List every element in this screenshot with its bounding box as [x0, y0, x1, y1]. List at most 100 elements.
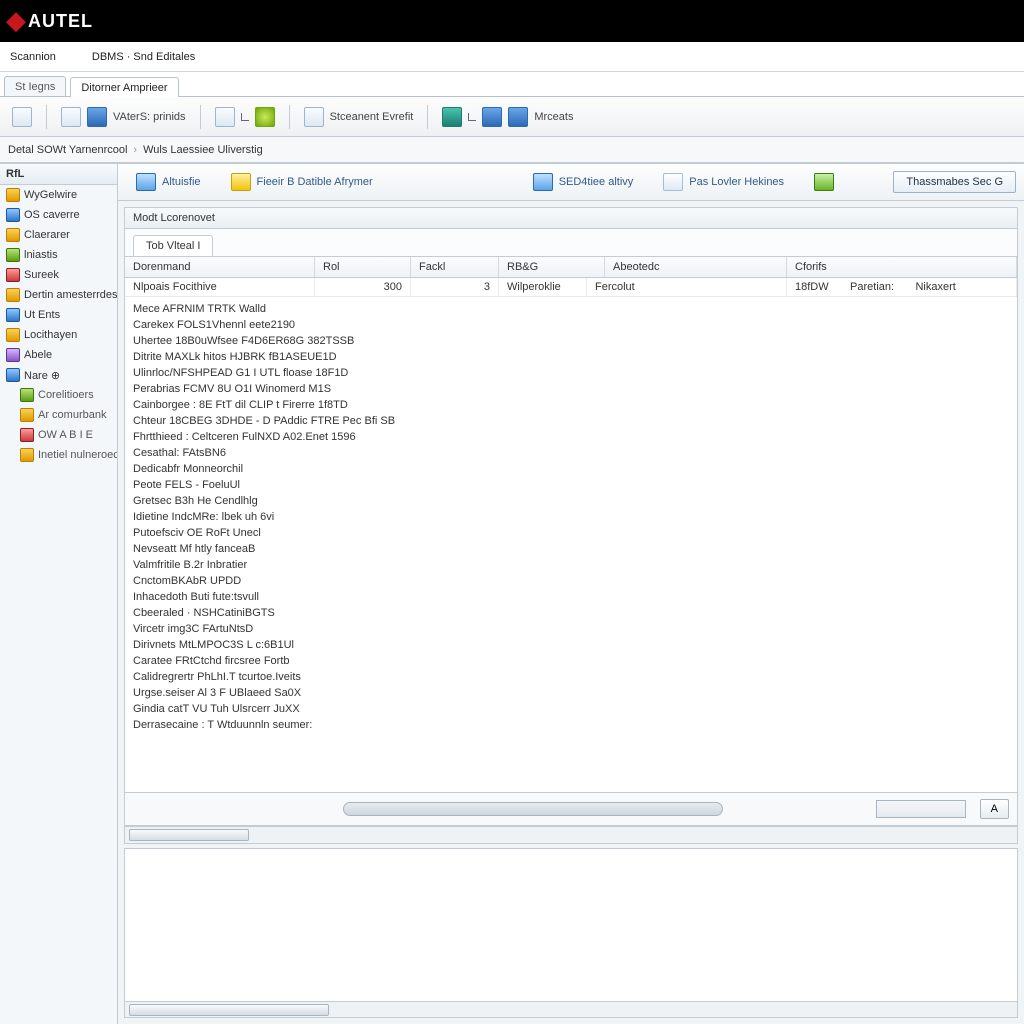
log-line: Chteur 18CBEG 3DHDE - D PAddic FTRE Pec … — [133, 413, 1009, 429]
col-abeotedc[interactable]: Abeotedc — [605, 257, 787, 277]
tool-icon-9[interactable] — [508, 107, 528, 127]
log-line: Nevseatt Mf htly fanceaB — [133, 541, 1009, 557]
col-rbsg[interactable]: RB&G — [499, 257, 605, 277]
sidebar-item-label: Corelitioers — [38, 389, 94, 401]
sidebar-icon — [6, 248, 20, 262]
menu-scan[interactable]: Scannion — [4, 47, 62, 67]
tool-icon-6[interactable] — [304, 107, 324, 127]
sidebar-item[interactable]: Nare ⊕ — [0, 365, 117, 385]
sidebar-item[interactable]: Locithayen — [0, 325, 117, 345]
log-line: Inhacedoth Buti fute:tsvull — [133, 589, 1009, 605]
h-scrollbar[interactable] — [124, 826, 1018, 844]
grid-row[interactable]: Nlpoais Focithive 300 3 Wilperoklie Ferc… — [125, 278, 1017, 297]
action-label: Fieeir B Datible Afrymer — [257, 176, 373, 188]
sidebar-item[interactable]: Sureek — [0, 265, 117, 285]
tool-icon-1[interactable] — [12, 107, 32, 127]
log-line: Mece AFRNIM TRTK Walld — [133, 301, 1009, 317]
sidebar-item-label: Sureek — [24, 269, 59, 281]
sidebar-icon — [6, 348, 20, 362]
action-altuisfie[interactable]: Altuisfie — [126, 170, 211, 194]
cell: Wilperoklie — [499, 278, 587, 296]
log-line: Cainborgee : 8E FtT dil CLIP t Firerre 1… — [133, 397, 1009, 413]
sidebar-item[interactable]: Abele — [0, 345, 117, 365]
tool-icon-4[interactable] — [215, 107, 235, 127]
action-icon — [533, 173, 553, 191]
subtab-tob[interactable]: Tob Vlteal I — [133, 235, 213, 256]
breadcrumb-leaf[interactable]: Wuls Laessiee Uliverstig — [143, 144, 263, 156]
col-cforifs[interactable]: Cforifs — [787, 257, 1017, 277]
action-label: SED4tiee altivy — [559, 176, 634, 188]
tab-ditorner[interactable]: Ditorner Amprieer — [70, 77, 178, 97]
scroll-thumb[interactable] — [129, 1004, 329, 1016]
cell: Fercolut — [587, 278, 787, 296]
brand-text: AUTEL — [28, 11, 93, 32]
scroll-thumb[interactable] — [129, 829, 249, 841]
tool-icon-8[interactable] — [482, 107, 502, 127]
action-fieeir[interactable]: Fieeir B Datible Afrymer — [221, 170, 383, 194]
sidebar-item[interactable]: OS caverre — [0, 205, 117, 225]
col-dorenmand[interactable]: Dorenmand — [125, 257, 315, 277]
grid-header: Dorenmand Rol Fackl RB&G Abeotedc Cforif… — [125, 257, 1017, 278]
col-rol[interactable]: Rol — [315, 257, 411, 277]
log-line: Caratee FRtCtchd fircsree Fortb — [133, 653, 1009, 669]
action-button-thassmabes[interactable]: Thassmabes Sec G — [893, 171, 1016, 193]
tool-label-mrceats[interactable]: Mrceats — [534, 111, 573, 123]
status-button[interactable]: A — [980, 799, 1009, 819]
sidebar-item[interactable]: Inetiel nulneroeck — [0, 445, 117, 465]
progress-bar — [343, 802, 723, 816]
action-extra[interactable] — [804, 170, 844, 194]
sidebar-item[interactable]: Claerarer — [0, 225, 117, 245]
tool-icon-3[interactable] — [87, 107, 107, 127]
lower-h-scrollbar[interactable] — [125, 1001, 1017, 1017]
sidebar-item[interactable]: Dertin amesterrdes — [0, 285, 117, 305]
breadcrumb-root[interactable]: Detal SOWt Yarnenrcool — [8, 144, 127, 156]
sidebar-item-label: OS caverre — [24, 209, 80, 221]
menu-dbms[interactable]: DBMS · Snd Editales — [86, 47, 201, 67]
main-toolbar: VAterS: prinids Stceanent Evrefit Mrceat… — [0, 97, 1024, 137]
action-sed4tiee[interactable]: SED4tiee altivy — [523, 170, 644, 194]
sidebar-item[interactable]: Ar comurbank — [0, 405, 117, 425]
log-line: Putoefsciv OE RoFt Unecl — [133, 525, 1009, 541]
log-line: Cesathal: FAtsBN6 — [133, 445, 1009, 461]
tool-label-vaters[interactable]: VAterS: prinids — [113, 111, 186, 123]
doc-tabstrip: St Iegns Ditorner Amprieer — [0, 72, 1024, 97]
breadcrumb: Detal SOWt Yarnenrcool › Wuls Laessiee U… — [0, 137, 1024, 163]
tool-icon-2[interactable] — [61, 107, 81, 127]
sidebar-item-label: lniastis — [24, 249, 58, 261]
sidebar-header: RfL — [0, 164, 117, 185]
log-line: Cbeeraled · NSHCatiniBGTS — [133, 605, 1009, 621]
log-line: Vircetr img3C FArtuNtsD — [133, 621, 1009, 637]
sidebar-item[interactable]: lniastis — [0, 245, 117, 265]
tool-icon-7[interactable] — [442, 107, 462, 127]
tool-label-stceanent[interactable]: Stceanent Evrefit — [330, 111, 414, 123]
sidebar-item[interactable]: OW A B I E — [0, 425, 117, 445]
sidebar-item[interactable]: Corelitioers — [0, 385, 117, 405]
action-pas[interactable]: Pas Lovler Hekines — [653, 170, 794, 194]
chevron-down-icon[interactable] — [241, 113, 249, 121]
menubar: Scannion DBMS · Snd Editales — [0, 42, 1024, 72]
lower-pane — [124, 848, 1018, 1018]
titlebar: ◆ AUTEL — [0, 0, 1024, 42]
chevron-down-icon[interactable] — [468, 113, 476, 121]
action-icon — [231, 173, 251, 191]
sidebar-item-label: Locithayen — [24, 329, 77, 341]
sidebar-icon — [6, 308, 20, 322]
action-label: Altuisfie — [162, 176, 201, 188]
sidebar-icon — [6, 368, 20, 382]
toolbar-sep — [46, 105, 47, 129]
log-line: Peote FELS - FoeluUl — [133, 477, 1009, 493]
sidebar-item[interactable]: Ut Ents — [0, 305, 117, 325]
main-pane: Altuisfie Fieeir B Datible Afrymer SED4t… — [118, 164, 1024, 1024]
log-line: Idietine IndcMRe: lbek uh 6vi — [133, 509, 1009, 525]
sidebar-icon — [6, 228, 20, 242]
tool-icon-5[interactable] — [255, 107, 275, 127]
sidebar-item[interactable]: WyGelwire — [0, 185, 117, 205]
status-input[interactable] — [876, 800, 966, 818]
sidebar-icon — [6, 328, 20, 342]
tab-st[interactable]: St Iegns — [4, 76, 66, 96]
sidebar-item-label: Claerarer — [24, 229, 70, 241]
log-line: Valmfritile B.2r Inbratier — [133, 557, 1009, 573]
panel-subtabs: Tob Vlteal I — [125, 229, 1017, 257]
col-fackl[interactable]: Fackl — [411, 257, 499, 277]
cell: 18fDW Paretian: Nikaxert — [787, 278, 1017, 296]
